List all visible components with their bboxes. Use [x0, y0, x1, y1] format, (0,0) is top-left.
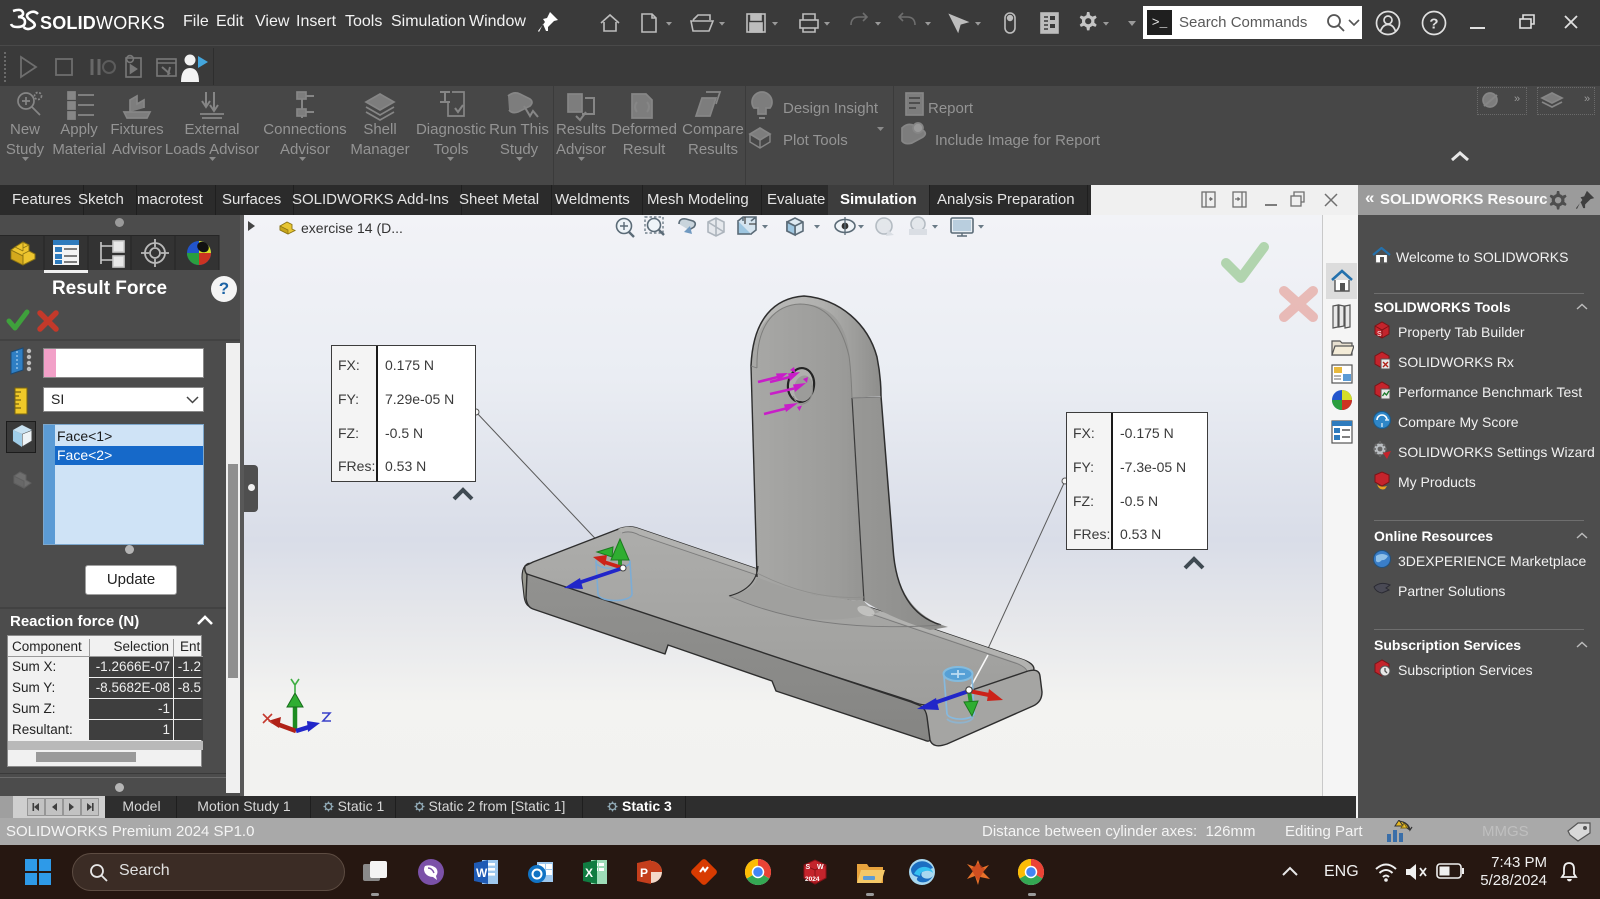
svg-text:P: P [640, 866, 648, 880]
svg-text:2024: 2024 [805, 876, 820, 883]
svg-text:!: ! [1402, 824, 1403, 830]
svg-text:S: S [1377, 331, 1382, 338]
svg-text:W: W [817, 864, 824, 871]
svg-text:X: X [585, 866, 593, 880]
svg-text:?: ? [1429, 16, 1438, 33]
svg-text:W: W [476, 866, 488, 880]
svg-text:S: S [806, 864, 811, 871]
